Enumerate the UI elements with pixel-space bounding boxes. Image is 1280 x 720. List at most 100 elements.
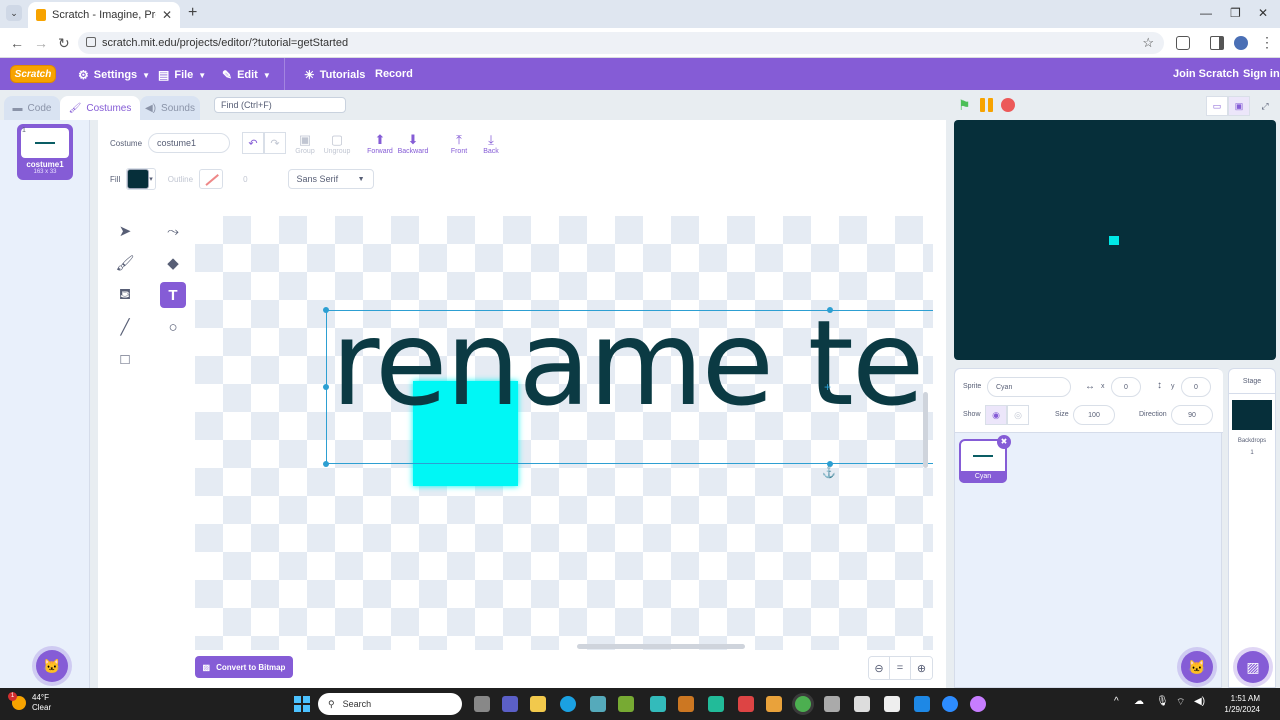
convert-to-bitmap-button[interactable]: ▨ Convert to Bitmap	[195, 656, 293, 678]
tab-search-button[interactable]: ⌄	[6, 5, 22, 21]
restore-icon[interactable]: ❐	[1230, 6, 1241, 20]
file-explorer-icon[interactable]	[530, 696, 546, 712]
brush-tool[interactable]: 🖌	[112, 250, 138, 276]
fill-color-swatch[interactable]	[127, 169, 150, 189]
stop-icon[interactable]	[1001, 98, 1015, 112]
paint-canvas[interactable]: rename te + ⚓	[195, 216, 933, 650]
select-tool[interactable]: ➤	[112, 218, 138, 244]
settings-menu[interactable]: ⚙ Settings ▼	[78, 68, 150, 82]
stage[interactable]	[954, 120, 1276, 360]
edge-icon[interactable]	[560, 696, 576, 712]
zoom-reset-button[interactable]: =	[890, 657, 911, 679]
rectangle-tool[interactable]: □	[112, 346, 138, 372]
costume-name-input[interactable]: costume1	[148, 133, 231, 153]
small-stage-button[interactable]: ▭	[1206, 96, 1228, 116]
fullscreen-button[interactable]: ⤢	[1254, 96, 1276, 116]
app-icon[interactable]	[678, 696, 694, 712]
eraser-tool[interactable]: ◆	[160, 250, 186, 276]
new-tab-button[interactable]: +	[188, 4, 197, 22]
sprite-card[interactable]: ✖ Cyan	[959, 435, 1011, 483]
app-icon[interactable]	[708, 696, 724, 712]
back-button[interactable]: ⤓ Back	[474, 132, 508, 155]
tab-costumes[interactable]: 🖌 Costumes	[60, 96, 140, 120]
line-tool[interactable]: ╱	[112, 314, 138, 340]
extensions-icon[interactable]	[1176, 36, 1190, 50]
rotate-handle-icon[interactable]: ⚓	[822, 466, 836, 479]
choose-sprite-button[interactable]: 🐱	[1181, 651, 1213, 683]
task-view-icon[interactable]	[474, 696, 490, 712]
tutorials-button[interactable]: ☀ Tutorials	[304, 68, 365, 82]
scratch-logo[interactable]: Scratch	[10, 65, 56, 83]
close-tab-icon[interactable]: ✕	[162, 8, 172, 22]
windows-start-icon[interactable]	[294, 696, 310, 712]
normal-stage-button[interactable]: ▣	[1228, 96, 1250, 116]
browser-menu-icon[interactable]: ⋮	[1260, 34, 1274, 51]
zoom-in-button[interactable]: ⊕	[911, 657, 932, 679]
vertical-scrollbar[interactable]	[923, 392, 928, 468]
redo-button[interactable]: ↷	[264, 132, 287, 154]
join-scratch-link[interactable]: Join Scratch	[1173, 68, 1239, 80]
settings-gear-icon[interactable]	[824, 696, 840, 712]
app-icon[interactable]	[650, 696, 666, 712]
size-input[interactable]: 100	[1073, 405, 1115, 425]
chrome-icon[interactable]	[795, 696, 811, 712]
file-menu[interactable]: ▤ File ▼	[158, 68, 206, 82]
costume-card[interactable]: 1 costume1 163 x 33	[17, 124, 73, 180]
side-panel-icon[interactable]	[1210, 36, 1224, 50]
group-button[interactable]: ▣ Group	[288, 132, 322, 155]
profile-avatar[interactable]	[1234, 36, 1248, 50]
zoom-out-button[interactable]: ⊖	[869, 657, 890, 679]
sprite-name-input[interactable]: Cyan	[987, 377, 1071, 397]
url-field[interactable]: scratch.mit.edu/projects/editor/?tutoria…	[78, 32, 1164, 54]
system-clock[interactable]: 1:51 AM 1/29/2024	[1224, 693, 1260, 715]
weather-widget[interactable]: 1 44°F Clear	[8, 692, 51, 713]
resize-handle[interactable]	[827, 307, 833, 313]
sign-in-link[interactable]: Sign in	[1243, 68, 1280, 80]
chevron-up-icon[interactable]: ^	[1114, 696, 1119, 707]
cyan-sprite[interactable]	[1109, 236, 1119, 245]
resize-handle[interactable]	[323, 307, 329, 313]
front-button[interactable]: ⤒ Front	[442, 132, 476, 155]
bookmark-star-icon[interactable]: ☆	[1142, 35, 1154, 51]
reload-icon[interactable]: ↻	[58, 35, 70, 52]
font-dropdown[interactable]: Sans Serif ▼	[287, 169, 374, 189]
taskbar-search[interactable]: ⚲ Search	[318, 693, 462, 715]
minimize-icon[interactable]: —	[1200, 6, 1212, 20]
choose-backdrop-button[interactable]: ▨	[1237, 651, 1269, 683]
app-icon[interactable]	[766, 696, 782, 712]
show-button[interactable]: ◉	[985, 405, 1007, 425]
forward-button[interactable]: ⬆ Forward	[363, 132, 397, 155]
undo-button[interactable]: ↶	[242, 132, 265, 154]
outline-color-swatch[interactable]	[199, 169, 224, 189]
close-window-icon[interactable]: ✕	[1258, 6, 1268, 20]
resize-handle[interactable]	[323, 461, 329, 467]
record-button[interactable]: Record	[375, 68, 413, 80]
wifi-icon[interactable]: ⌔	[1176, 696, 1185, 709]
zoom-app-icon[interactable]	[942, 696, 958, 712]
selection-box[interactable]	[326, 310, 933, 464]
trash-icon[interactable]: ✖	[997, 435, 1011, 449]
fill-tool[interactable]: ⛾	[112, 282, 138, 308]
store-icon[interactable]	[590, 696, 606, 712]
reshape-tool[interactable]: ⤳	[160, 218, 186, 244]
microphone-icon[interactable]: 🎙	[1156, 696, 1169, 707]
direction-input[interactable]: 90	[1171, 405, 1213, 425]
choose-costume-button[interactable]: 🐱	[36, 650, 68, 682]
y-input[interactable]: 0	[1181, 377, 1211, 397]
backward-button[interactable]: ⬇ Backward	[396, 132, 430, 155]
app-icon[interactable]	[914, 696, 930, 712]
x-input[interactable]: 0	[1111, 377, 1141, 397]
pause-icon[interactable]	[980, 98, 994, 112]
green-flag-icon[interactable]: ⚑	[958, 98, 972, 112]
stage-selector[interactable]: Stage Backdrops 1 ▨	[1228, 368, 1276, 688]
tab-sounds[interactable]: ◀) Sounds	[140, 96, 200, 120]
app-icon[interactable]	[738, 696, 754, 712]
circle-tool[interactable]: ○	[160, 314, 186, 340]
hide-button[interactable]: ◎	[1007, 405, 1029, 425]
text-tool[interactable]: T	[160, 282, 186, 308]
app-icon[interactable]	[854, 696, 870, 712]
chat-icon[interactable]	[502, 696, 518, 712]
app-icon[interactable]	[970, 696, 986, 712]
fill-dropdown-icon[interactable]: ▾	[149, 175, 153, 183]
outline-width-value[interactable]: 0	[243, 175, 247, 184]
